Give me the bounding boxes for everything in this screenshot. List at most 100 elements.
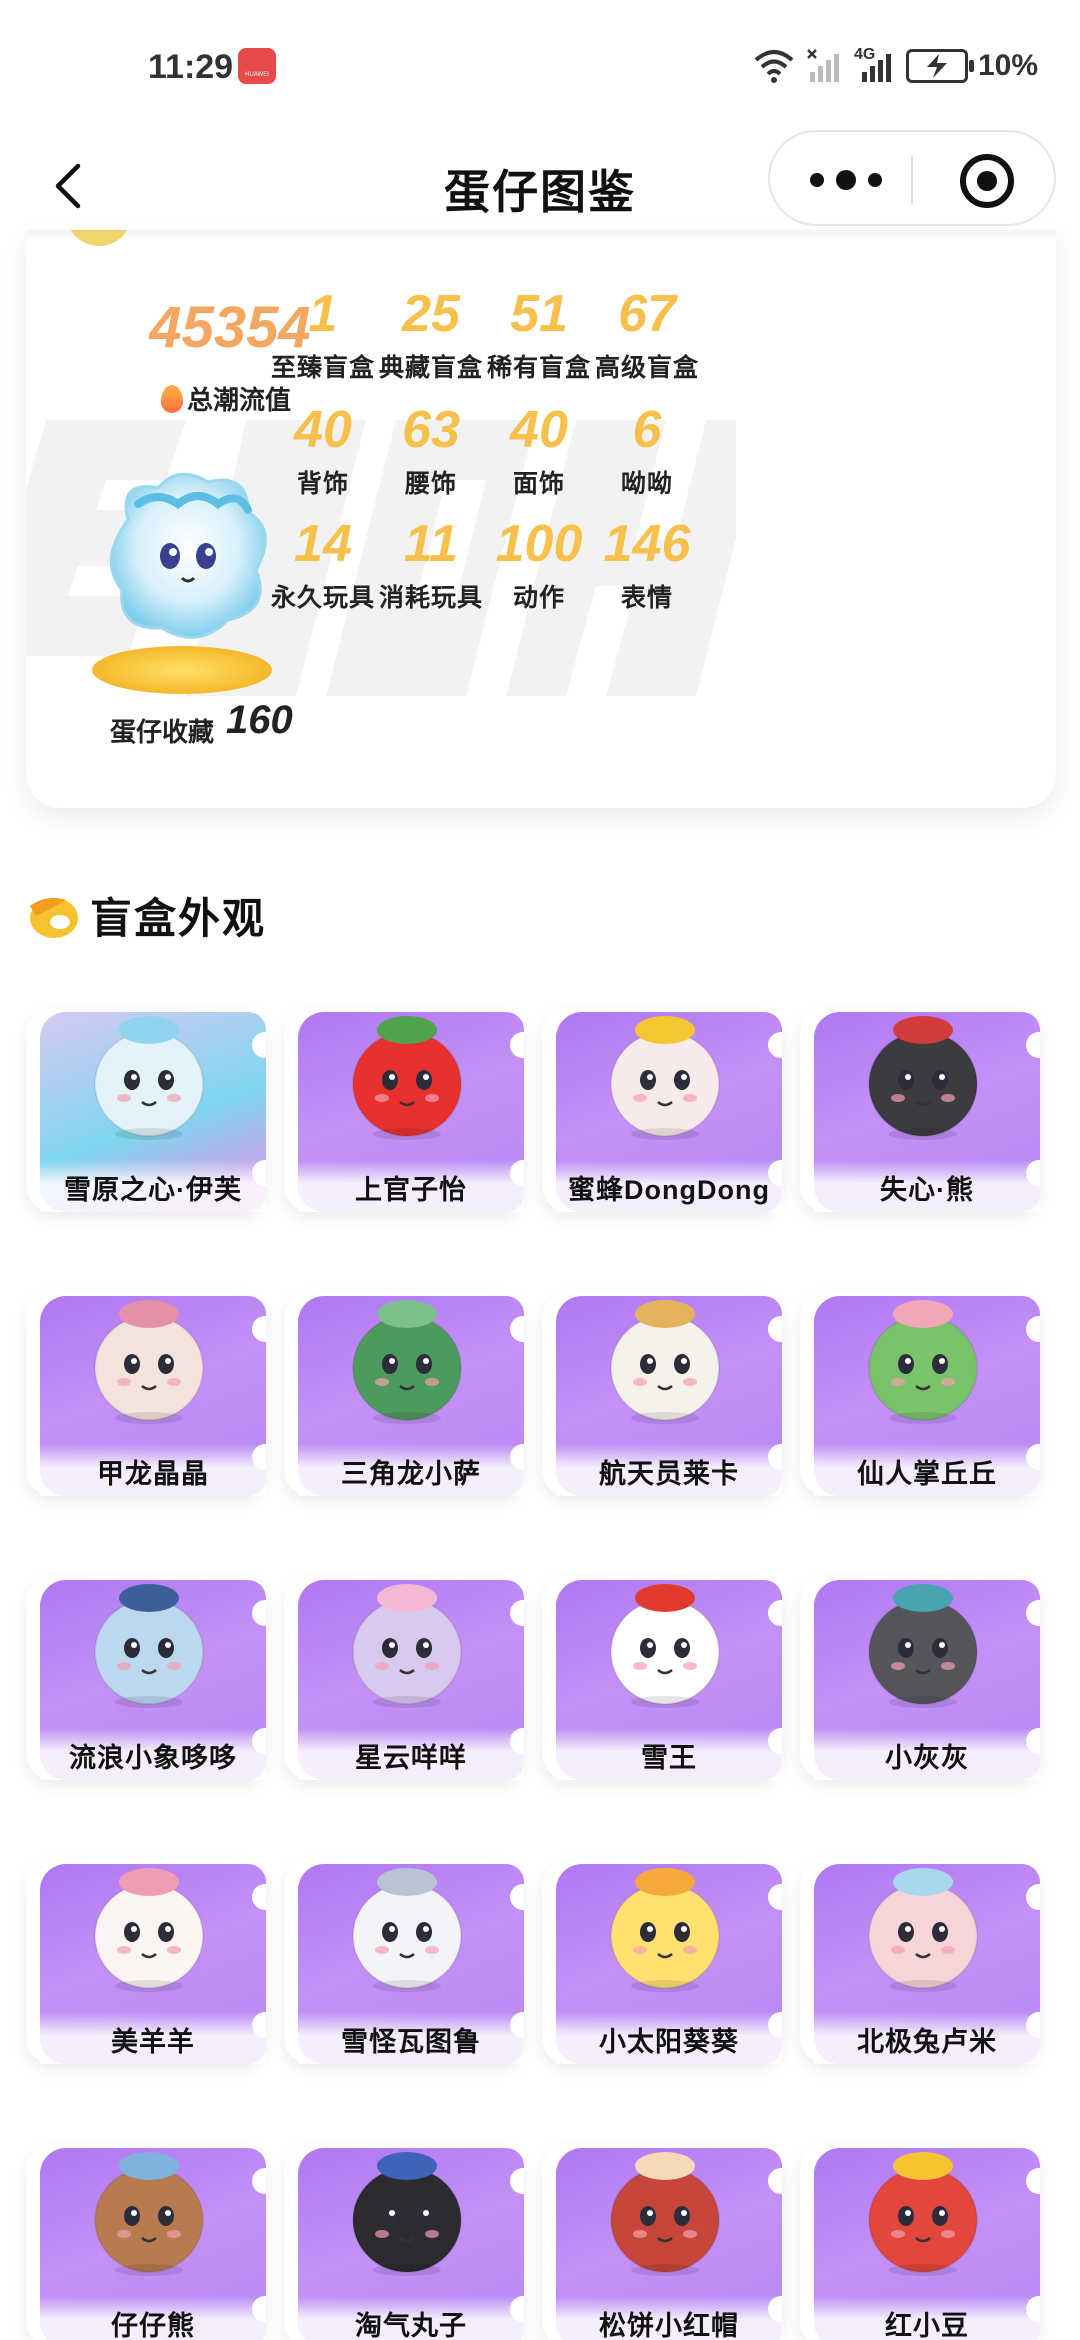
blindbox-item[interactable]: 淘气丸子 <box>284 2136 530 2340</box>
blindbox-item[interactable]: 小灰灰 <box>800 1568 1046 1784</box>
eggy-figure-image <box>868 1016 978 1140</box>
stat-label: 表情 <box>620 584 673 612</box>
tile-notch <box>1026 1316 1040 1342</box>
eggy-figure-image <box>94 2152 204 2276</box>
stat-advanced-blindbox[interactable]: 67 高级盲盒 <box>572 284 722 384</box>
tile-notch <box>510 1884 524 1910</box>
eggy-figure-image <box>352 1016 462 1140</box>
huawei-badge-text: HUAWEI <box>245 72 269 78</box>
tile-notch <box>768 1884 782 1910</box>
eggy-figure-image <box>610 1300 720 1424</box>
tile-notch <box>510 2168 524 2194</box>
mini-program-capsule <box>768 130 1056 226</box>
status-icons: 4G 10% <box>752 44 1038 88</box>
eggy-figure-image <box>868 2152 978 2276</box>
collection-count: 160 <box>226 698 293 742</box>
blindbox-item[interactable]: 北极兔卢米 <box>800 1852 1046 2068</box>
blindbox-name: 小太阳葵葵 <box>599 2027 739 2057</box>
huawei-notification-icon: HUAWEI <box>238 48 276 84</box>
blindbox-item[interactable]: 仙人掌丘丘 <box>800 1284 1046 1500</box>
eggy-figure-image <box>868 1584 978 1708</box>
tile-notch <box>510 1600 524 1626</box>
stat-number: 6 <box>632 401 662 459</box>
stat-label: 高级盲盒 <box>594 354 699 382</box>
blindbox-name: 三角龙小萨 <box>341 1459 481 1489</box>
more-dots-icon[interactable] <box>810 160 882 200</box>
tile-notch <box>252 1600 266 1626</box>
blindbox-item[interactable]: 雪原之心·伊芙 <box>26 1000 272 1216</box>
fire-icon <box>160 385 183 413</box>
tile-notch <box>1026 1884 1040 1910</box>
blindbox-item[interactable]: 美羊羊 <box>26 1852 272 2068</box>
blindbox-name: 甲龙晶晶 <box>97 1459 209 1489</box>
tile-notch <box>768 2168 782 2194</box>
stat-emote[interactable]: 146 表情 <box>572 514 722 614</box>
network-type: 4G <box>853 46 876 63</box>
wifi-icon <box>752 48 796 84</box>
tile-notch <box>252 1316 266 1342</box>
blindbox-item[interactable]: 甲龙晶晶 <box>26 1284 272 1500</box>
eggy-figure-image <box>610 2152 720 2276</box>
eggy-figure-image <box>352 1300 462 1424</box>
tile-notch <box>1026 1600 1040 1626</box>
blindbox-name: 航天员莱卡 <box>599 1459 739 1489</box>
eggy-figure-image <box>868 1868 978 1992</box>
stat-number: 67 <box>618 285 676 343</box>
blindbox-name: 仔仔熊 <box>111 2311 195 2340</box>
section-title: 盲盒外观 <box>90 894 267 942</box>
blindbox-name: 雪怪瓦图鲁 <box>341 2027 481 2057</box>
tile-notch <box>252 2168 266 2194</box>
section-header-blindbox: 盲盒外观 <box>26 880 266 950</box>
nav-bar: 蛋仔图鉴 <box>0 130 1080 240</box>
eggy-figure-image <box>94 1300 204 1424</box>
figure-pedestal <box>92 646 272 694</box>
blindbox-item[interactable]: 星云咩咩 <box>284 1568 530 1784</box>
blindbox-item[interactable]: 小太阳葵葵 <box>542 1852 788 2068</box>
blindbox-name: 星云咩咩 <box>355 1743 467 1773</box>
blindbox-name: 松饼小红帽 <box>599 2311 739 2340</box>
blindbox-item[interactable]: 红小豆 <box>800 2136 1046 2340</box>
blindbox-item[interactable]: 流浪小象哆哆 <box>26 1568 272 1784</box>
eggy-section-icon <box>26 888 80 942</box>
tile-notch <box>768 1316 782 1342</box>
blindbox-item[interactable]: 失心·熊 <box>800 1000 1046 1216</box>
tile-notch <box>252 1884 266 1910</box>
battery-icon <box>905 49 974 83</box>
eggy-figure-image <box>94 1584 204 1708</box>
blindbox-item[interactable]: 雪王 <box>542 1568 788 1784</box>
card-top-fade <box>26 230 1056 240</box>
blindbox-name: 雪王 <box>641 1743 697 1773</box>
tile-notch <box>510 1316 524 1342</box>
battery-percent: 10% <box>977 49 1038 82</box>
blindbox-item[interactable]: 雪怪瓦图鲁 <box>284 1852 530 2068</box>
stat-youyou[interactable]: 6 呦呦 <box>572 400 722 500</box>
tile-notch <box>1026 1032 1040 1058</box>
tile-notch <box>1026 2168 1040 2194</box>
blindbox-name: 北极兔卢米 <box>857 2027 997 2057</box>
blindbox-item[interactable]: 上官子怡 <box>284 1000 530 1216</box>
eggy-figure-image <box>352 2152 462 2276</box>
close-miniprogram-icon[interactable] <box>960 154 1014 208</box>
blindbox-name: 上官子怡 <box>355 1175 467 1205</box>
blindbox-name: 小灰灰 <box>885 1743 969 1773</box>
tile-notch <box>510 1032 524 1058</box>
eggy-figure-image <box>610 1584 720 1708</box>
blindbox-name: 仙人掌丘丘 <box>857 1459 997 1489</box>
status-time: 11:29 <box>148 48 234 86</box>
stat-label: 呦呦 <box>620 470 673 498</box>
blindbox-item[interactable]: 航天员莱卡 <box>542 1284 788 1500</box>
eggy-figure-image <box>610 1868 720 1992</box>
tile-notch <box>768 1032 782 1058</box>
status-bar: 11:29 HUAWEI 4G 10% <box>0 0 1080 130</box>
eggy-figure-image <box>352 1868 462 1992</box>
blindbox-name: 蜜蜂DongDong <box>568 1175 770 1205</box>
blindbox-item[interactable]: 三角龙小萨 <box>284 1284 530 1500</box>
blindbox-name: 流浪小象哆哆 <box>69 1743 237 1773</box>
blindbox-name: 失心·熊 <box>880 1175 974 1205</box>
blindbox-item[interactable]: 仔仔熊 <box>26 2136 272 2340</box>
blindbox-item[interactable]: 松饼小红帽 <box>542 2136 788 2340</box>
blindbox-item[interactable]: 蜜蜂DongDong <box>542 1000 788 1216</box>
stat-number: 146 <box>603 515 691 573</box>
stats-card: 45354 总潮流值 蛋仔收藏 160 1 至臻盲盒 25 典藏盲盒 51 稀有… <box>26 230 1056 808</box>
capsule-divider <box>911 156 913 204</box>
